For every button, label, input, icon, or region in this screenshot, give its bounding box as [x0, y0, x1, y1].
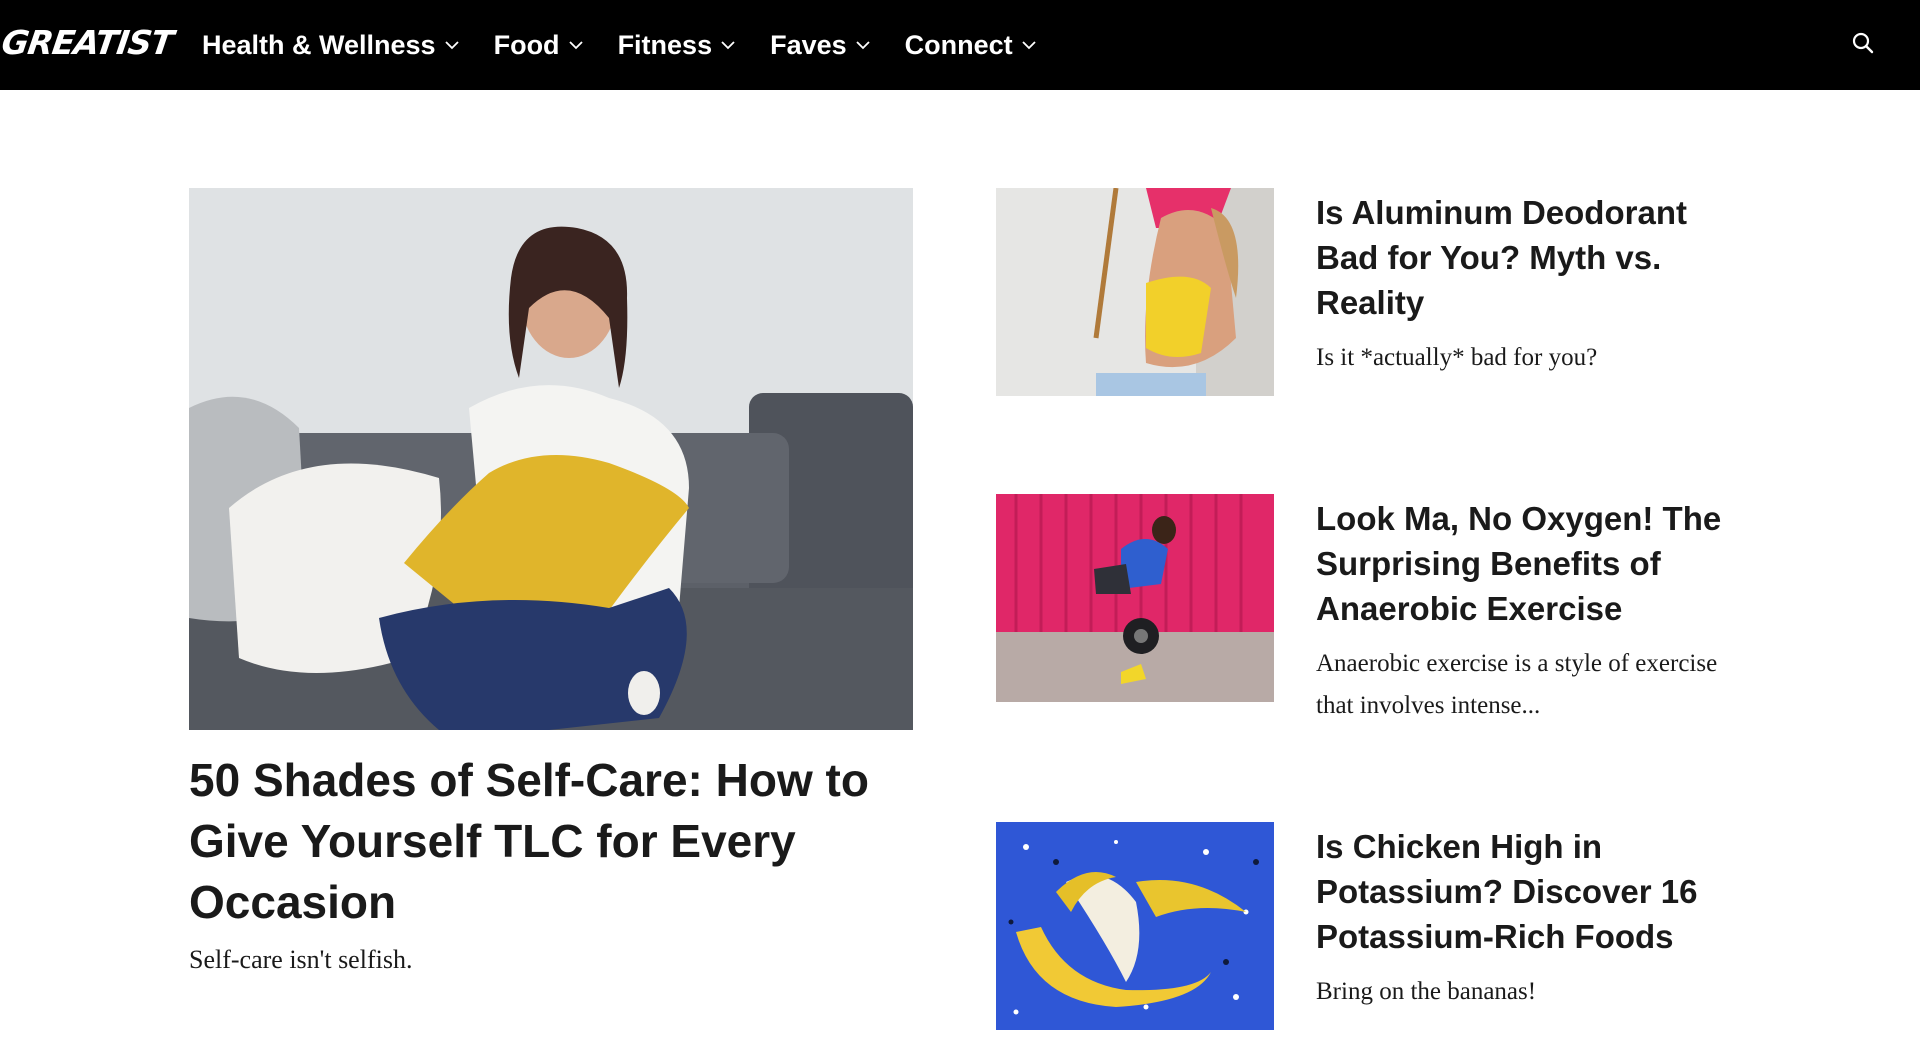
article-thumbnail[interactable]: [996, 494, 1274, 702]
main-nav: Health & Wellness Food Fitness Faves Con…: [202, 0, 1071, 90]
article-description: Is it *actually* bad for you?: [1316, 344, 1598, 371]
logo-text: GREATIST: [0, 22, 176, 62]
featured-article[interactable]: 50 Shades of Self-Care: How to Give Your…: [189, 188, 913, 975]
article-description: Anaerobic exercise is a style of exercis…: [1316, 650, 1718, 719]
greatist-logo[interactable]: GREATIST: [0, 20, 175, 64]
article-thumbnail[interactable]: [996, 822, 1274, 1030]
nav-item-label: Health & Wellness: [202, 29, 436, 60]
article-card[interactable]: Look Ma, No Oxygen! The Surprising Benef…: [996, 494, 1756, 719]
chevron-down-icon: [721, 41, 735, 50]
chevron-down-icon: [568, 41, 583, 50]
article-card[interactable]: Is Chicken High in Potassium? Discover 1…: [996, 822, 1756, 1032]
top-navbar: GREATIST Health & Wellness Food Fitness …: [0, 0, 1920, 90]
featured-image[interactable]: [189, 188, 913, 730]
featured-title[interactable]: 50 Shades of Self-Care: How to Give Your…: [189, 750, 913, 933]
nav-item-fitness[interactable]: Fitness: [618, 0, 737, 90]
article-thumbnail[interactable]: [996, 188, 1274, 396]
article-title[interactable]: Look Ma, No Oxygen! The Surprising Benef…: [1316, 496, 1746, 631]
article-description: Bring on the bananas!: [1316, 978, 1537, 1005]
article-text: Look Ma, No Oxygen! The Surprising Benef…: [1316, 494, 1746, 727]
nav-item-label: Food: [493, 29, 560, 60]
article-card[interactable]: Is Aluminum Deodorant Bad for You? Myth …: [996, 188, 1756, 398]
article-title[interactable]: Is Chicken High in Potassium? Discover 1…: [1316, 824, 1746, 959]
nav-item-food[interactable]: Food: [494, 0, 584, 90]
nav-item-faves[interactable]: Faves: [770, 0, 871, 90]
article-title[interactable]: Is Aluminum Deodorant Bad for You? Myth …: [1316, 190, 1746, 325]
search-icon: [1852, 32, 1874, 54]
chevron-down-icon: [856, 41, 870, 50]
nav-item-connect[interactable]: Connect: [905, 0, 1037, 90]
chevron-down-icon: [1022, 41, 1036, 50]
nav-item-health-wellness[interactable]: Health & Wellness: [202, 0, 460, 90]
nav-item-label: Fitness: [617, 29, 713, 60]
article-text: Is Chicken High in Potassium? Discover 1…: [1316, 822, 1746, 1013]
nav-item-label: Connect: [904, 29, 1013, 60]
chevron-down-icon: [444, 41, 459, 50]
nav-item-label: Faves: [770, 29, 847, 60]
featured-description: Self-care isn't selfish.: [189, 945, 413, 974]
article-text: Is Aluminum Deodorant Bad for You? Myth …: [1316, 188, 1746, 379]
search-button[interactable]: [1848, 28, 1878, 58]
